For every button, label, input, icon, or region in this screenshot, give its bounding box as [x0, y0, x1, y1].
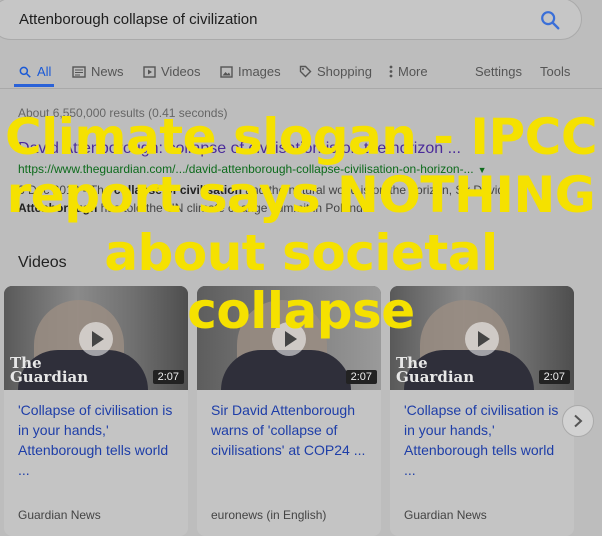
videos-heading: Videos — [18, 254, 67, 271]
search-box[interactable]: Attenborough collapse of civilization — [0, 0, 582, 40]
snippet-text: has told the UN climate change summit in… — [97, 201, 367, 215]
carousel-next-button[interactable] — [562, 405, 594, 437]
tab-label: Images — [238, 64, 281, 79]
video-thumbnail[interactable]: The Guardian 2:07 — [4, 286, 188, 390]
tab-videos[interactable]: Videos — [143, 64, 201, 79]
guardian-logo: The Guardian — [396, 354, 475, 386]
video-duration: 2:07 — [345, 370, 377, 384]
video-icon — [143, 65, 156, 78]
video-source: euronews (in English) — [211, 508, 327, 522]
tab-news[interactable]: News — [72, 64, 124, 79]
play-icon[interactable] — [465, 322, 499, 356]
tab-settings[interactable]: Settings — [475, 64, 522, 79]
dropdown-arrow-icon[interactable]: ▼ — [478, 165, 487, 175]
play-icon[interactable] — [79, 322, 113, 356]
tab-label: Videos — [161, 64, 201, 79]
tab-label: All — [37, 64, 52, 79]
tabs-divider — [0, 88, 602, 89]
video-title-link[interactable]: 'Collapse of civilisation is in your han… — [404, 400, 564, 480]
video-card[interactable]: The Guardian 2:07 'Collapse of civilisat… — [390, 286, 574, 536]
search-input[interactable]: Attenborough collapse of civilization — [19, 11, 257, 28]
guardian-logo: The Guardian — [10, 354, 89, 386]
news-icon — [72, 65, 86, 78]
search-icon[interactable] — [539, 9, 561, 31]
video-thumbnail[interactable]: 2:07 — [197, 286, 381, 390]
video-thumbnail[interactable]: The Guardian 2:07 — [390, 286, 574, 390]
video-source: Guardian News — [18, 508, 101, 522]
image-icon — [220, 65, 233, 78]
video-source: Guardian News — [404, 508, 487, 522]
video-title-link[interactable]: 'Collapse of civilisation is in your han… — [18, 400, 178, 480]
search-tabs: All News Videos Images Shopping More Set… — [0, 60, 602, 86]
result-snippet: 3 Dec 2018 - The collapse of civilisatio… — [18, 181, 578, 217]
more-icon — [389, 65, 393, 78]
result-title-link[interactable]: David Attenborough: collapse of civilisa… — [18, 140, 461, 158]
video-duration: 2:07 — [152, 370, 184, 384]
video-title-link[interactable]: Sir David Attenborough warns of 'collaps… — [211, 400, 371, 460]
tab-label: News — [91, 64, 124, 79]
active-tab-indicator — [14, 84, 54, 87]
search-icon — [19, 66, 31, 78]
tab-more[interactable]: More — [389, 64, 428, 79]
tab-label: More — [398, 64, 428, 79]
snippet-text: - The — [79, 183, 114, 197]
tab-tools[interactable]: Tools — [540, 64, 570, 79]
tab-all[interactable]: All — [18, 64, 51, 79]
snippet-text: and the natural world is on the horizon,… — [241, 183, 505, 197]
video-duration: 2:07 — [538, 370, 570, 384]
chevron-right-icon — [574, 414, 583, 428]
snippet-highlight: Attenborough — [18, 201, 98, 215]
result-url[interactable]: https://www.theguardian.com/.../david-at… — [18, 162, 486, 176]
play-icon[interactable] — [272, 322, 306, 356]
tab-shopping[interactable]: Shopping — [299, 64, 372, 79]
snippet-highlight: collapse of civilisation — [113, 183, 242, 197]
tag-icon — [299, 65, 312, 78]
result-date: 3 Dec 2018 — [18, 183, 80, 197]
result-stats: About 6,550,000 results (0.41 seconds) — [18, 106, 228, 120]
tab-label: Tools — [540, 64, 571, 79]
tab-label: Shopping — [317, 64, 372, 79]
tab-label: Settings — [475, 64, 522, 79]
tab-images[interactable]: Images — [220, 64, 281, 79]
video-card[interactable]: 2:07 Sir David Attenborough warns of 'co… — [197, 286, 381, 536]
video-card[interactable]: The Guardian 2:07 'Collapse of civilisat… — [4, 286, 188, 536]
result-url-text: https://www.theguardian.com/.../david-at… — [18, 162, 474, 176]
